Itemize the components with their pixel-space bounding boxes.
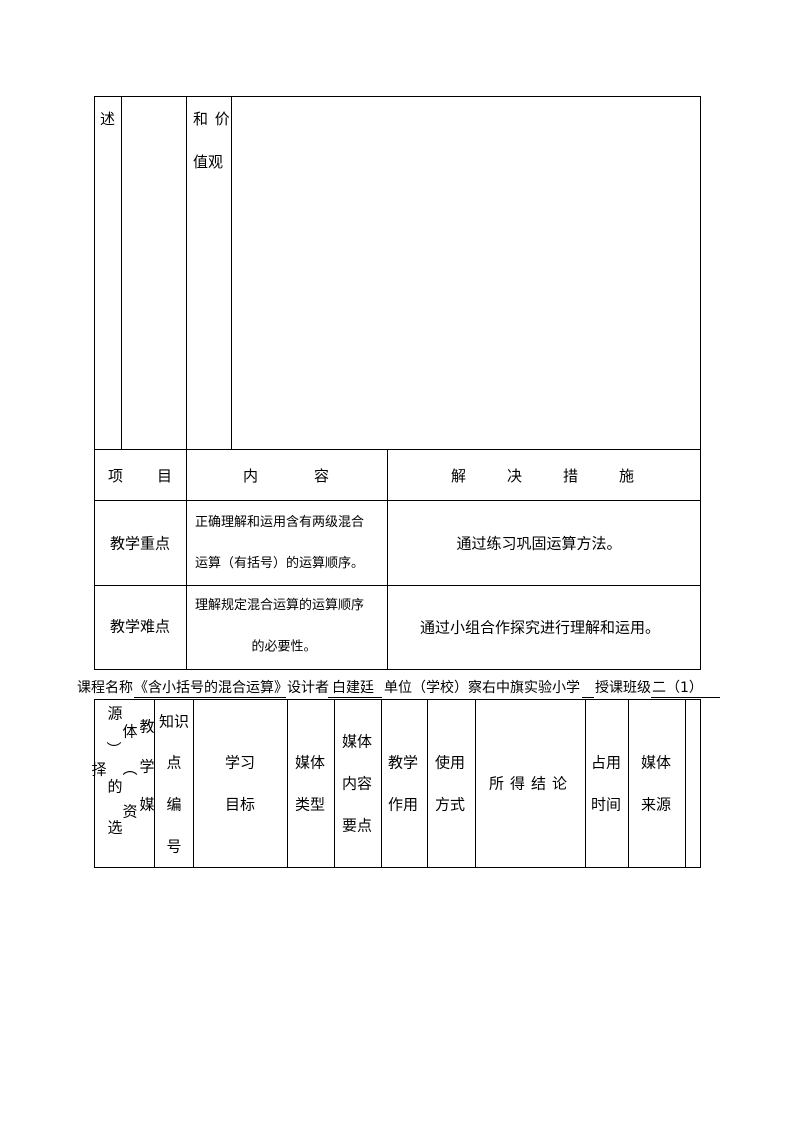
row-content-line2: 运算（有括号）的运算顺序。 [195,556,365,571]
header-char: 教 [139,717,155,736]
header-solution-2: 决 [507,467,523,485]
goal-category-line1: 和 价 [193,110,231,128]
header-time-used: 时间 [590,795,622,814]
header-char: 学 [139,757,155,776]
header-knowledge-no: 号 [166,837,182,856]
header-content: 内 [243,467,259,485]
table-border [94,96,95,449]
header-usage-method: 使用 [434,753,466,772]
unit-label: 单位（学校） [384,680,468,696]
column-divider [231,96,232,449]
table-border [94,699,700,700]
column-divider [585,699,586,867]
column-divider [387,449,388,669]
table-border [94,449,95,669]
column-divider [685,699,686,867]
header-media-content: 内容 [341,774,373,793]
header-teaching-role: 教学 [387,753,419,772]
header-media-source: 媒体 [640,753,672,772]
header-time-used: 占用 [590,753,622,772]
goal-category-line2: 值观 [193,153,224,171]
column-divider [334,699,335,867]
table-border [700,699,701,867]
header-char: 选 [107,818,123,837]
header-learning-goal: 学习 [224,753,256,772]
column-divider [121,96,122,449]
header-knowledge-no: 编 [166,795,182,814]
course-name-underline [134,697,286,698]
section-label-text: 述 [100,110,116,128]
row-solution: 通过小组合作探究进行理解和运用。 [419,618,661,637]
header-char: 媒 [139,795,155,814]
column-divider [193,699,194,867]
header-content-b: 容 [314,467,330,485]
row-content-line2: 的必要性。 [251,639,317,655]
designer-label: 设计者 [287,680,329,696]
header-media-type: 媒体 [294,753,326,772]
designer-name: 白建廷 [332,680,374,696]
class-underline [651,697,720,698]
header-solution-3: 措 [563,467,579,485]
course-name: 《含小括号的混合运算》 [134,680,288,696]
column-divider [381,699,382,867]
header-char: 源 [107,704,123,723]
table-border [700,96,701,669]
header-solution-1: 解 [451,467,467,485]
table-border [94,669,701,670]
header-char: ︶ [106,740,122,759]
header-media-type: 类型 [294,795,326,814]
row-item-key-point: 教学重点 [109,534,171,553]
course-label: 课程名称 [77,680,133,696]
row-divider [94,500,700,501]
header-char: 体 [122,722,138,741]
header-item: 项 [108,467,124,485]
header-char: ︵ [122,759,138,778]
header-media-content: 媒体 [341,732,373,751]
table-border [94,96,700,97]
column-divider [628,699,629,867]
class-label: 授课班级 [595,680,651,696]
header-learning-goal: 目标 [224,795,256,814]
header-knowledge-no: 知识 [158,712,190,731]
header-char: 的 [107,777,123,796]
table-border [94,699,95,867]
column-divider [427,699,428,867]
row-solution: 通过练习巩固运算方法。 [456,534,622,553]
header-item-b: 目 [157,467,173,485]
header-teaching-role: 作用 [387,795,419,814]
header-conclusion: 所得结论 [488,774,574,793]
column-divider [186,449,187,669]
row-content-line1: 理解规定混合运算的运算顺序 [195,598,365,613]
row-divider [94,449,700,450]
table-border [94,867,701,868]
row-content-line1: 正确理解和运用含有两级混合 [195,515,365,530]
row-divider [94,585,700,586]
header-solution-4: 施 [619,467,635,485]
unit-name: 察右中旗实验小学 [468,680,580,696]
header-media-content: 要点 [341,816,373,835]
header-char: 资 [122,802,138,821]
class-value: 二（1） [652,680,703,696]
header-char: 择 [91,760,107,779]
column-divider [186,96,187,449]
designer-underline [328,697,382,698]
column-divider [287,699,288,867]
header-usage-method: 方式 [434,795,466,814]
column-divider [475,699,476,867]
header-media-source: 来源 [640,795,672,814]
row-item-difficulty: 教学难点 [109,617,171,636]
unit-underline [582,697,594,698]
header-knowledge-no: 点 [166,753,182,772]
